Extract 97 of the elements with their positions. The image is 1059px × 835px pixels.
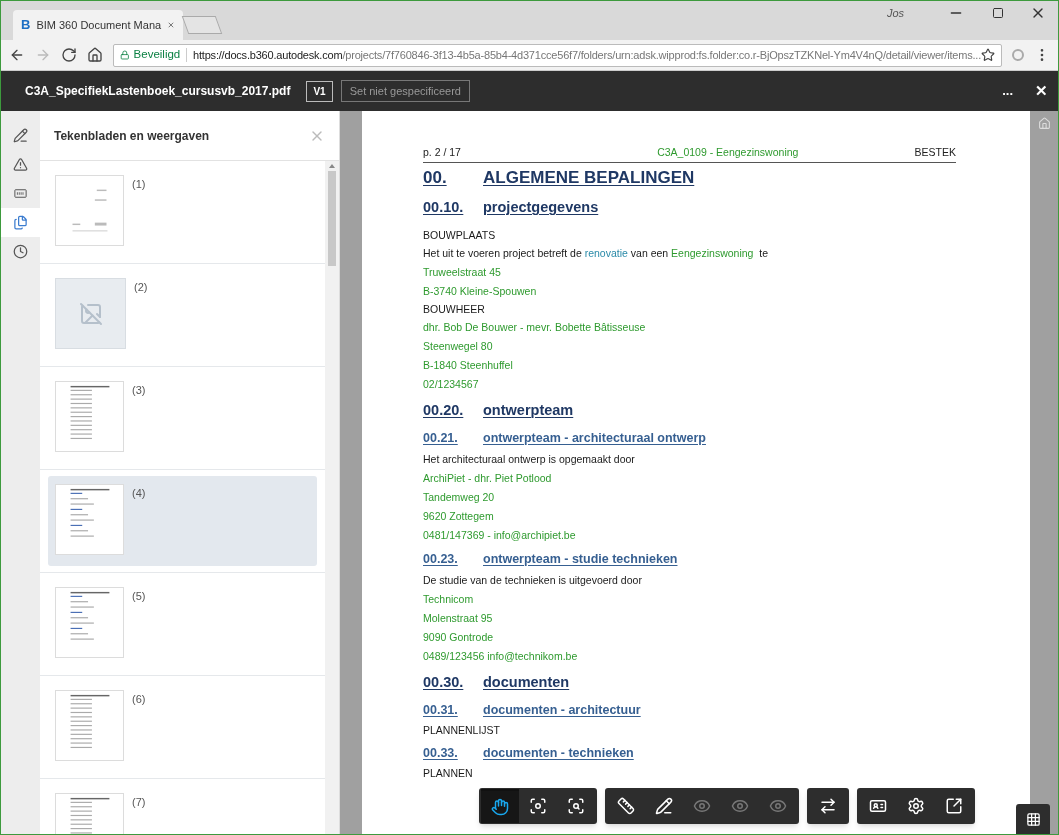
security-label: Beveiligd	[133, 47, 181, 63]
heading-number: 00.	[423, 167, 448, 190]
sheet-label: (3)	[132, 383, 146, 398]
more-button[interactable]: ...	[1002, 81, 1013, 101]
eye-icon	[693, 797, 711, 815]
bookmark-star-icon[interactable]	[981, 48, 995, 62]
sheet-label: (4)	[132, 486, 146, 501]
scroll-thumb[interactable]	[328, 171, 336, 266]
back-icon[interactable]	[9, 47, 25, 63]
sheet-label: (6)	[132, 692, 146, 707]
tab-title: BIM 360 Document Mana	[36, 17, 162, 33]
field-value: Tandemweg 20	[423, 489, 495, 505]
scroll-up-arrow-icon[interactable]	[329, 164, 335, 168]
ruler-icon	[617, 797, 635, 815]
heading-title: documenten - architectuur	[483, 702, 641, 719]
focus-icon	[529, 797, 547, 815]
grid-button[interactable]	[1016, 804, 1050, 834]
heading-title: ontwerpteam - architecturaal ontwerp	[483, 430, 706, 447]
field-value: ArchiPiet - dhr. Piet Potlood	[423, 470, 552, 486]
section-label: PLANNEN	[423, 765, 473, 781]
heading-title: ontwerpteam	[483, 401, 574, 420]
fullscreen-icon	[945, 797, 963, 815]
heading-title: documenten - technieken	[483, 745, 634, 762]
page-thumbnail	[55, 381, 124, 452]
user-name[interactable]: Jos	[886, 4, 904, 22]
heading-number: 00.20.	[423, 401, 465, 420]
body-text: Het uit te voeren project betreft de renovatie van een Eengezinswoning te	[423, 245, 768, 261]
toolbar-button[interactable]	[481, 789, 519, 823]
file-name: C3A_SpecifiekLastenboek_cursusvb_2017.pdf	[25, 83, 291, 100]
field-value: 9620 Zottegem	[423, 508, 494, 524]
browser-tab[interactable]: B BIM 360 Document Mana	[13, 10, 183, 40]
properties-icon	[869, 797, 887, 815]
field-value: 0481/147369 - info@archipiet.be	[423, 527, 576, 543]
sheet-label: (2)	[134, 280, 148, 295]
field-value: dhr. Bob De Bouwer - mevr. Bobette Bâtisseuse	[423, 319, 646, 335]
lock-icon	[120, 49, 130, 61]
grid-icon	[1025, 811, 1041, 827]
heading-number: 00.30.	[423, 673, 465, 692]
address-field[interactable]: Beveiligd https://docs.b360.autodesk.com/projects/7f760846-3f13-4b5a-85b4-4d371cce56f7/folders/urn:adsk.wipprod:fs.folder:co.r-BjOpszTZKNel-Ym4V4nQ/detail/viewer/items...	[113, 43, 1002, 67]
close-viewer-button[interactable]: ✕	[1035, 79, 1048, 103]
page-number: p. 2 / 17	[423, 145, 461, 160]
heading-number: 00.33.	[423, 745, 459, 762]
version-badge[interactable]: V1	[306, 80, 333, 102]
field-value: Technicom	[423, 591, 474, 607]
heading-title: documenten	[483, 673, 570, 692]
section-label: BOUWPLAATS	[423, 227, 496, 243]
hand-icon	[491, 798, 509, 816]
reload-icon[interactable]	[61, 47, 77, 63]
field-value: Steenwegel 80	[423, 338, 493, 354]
set-selector[interactable]: Set niet gespecificeerd	[340, 79, 470, 103]
favicon: B	[21, 16, 31, 35]
field-value: Molenstraat 95	[423, 610, 493, 626]
sheet-label: (7)	[132, 795, 146, 810]
body-text: Het architecturaal ontwerp is opgemaakt door	[423, 451, 635, 467]
maximize-icon[interactable]	[992, 7, 1004, 19]
heading-number: 00.31.	[423, 702, 459, 719]
sheet-label: (5)	[132, 589, 146, 604]
document-type: BESTEK	[914, 145, 956, 160]
settings-icon	[907, 797, 925, 815]
sheets-icon	[13, 215, 28, 230]
field-value: B-1840 Steenhuffel	[423, 357, 513, 373]
section-label: BOUWHEER	[423, 301, 485, 317]
rfi-icon	[13, 186, 28, 201]
field-value: 9090 Gontrode	[423, 629, 494, 645]
heading-number: 00.21.	[423, 430, 459, 447]
field-value: 0489/123456 info@technikom.be	[423, 648, 578, 664]
heading-number: 00.10.	[423, 198, 465, 217]
home-icon[interactable]	[87, 47, 103, 63]
sheet-item[interactable]: (4)	[48, 476, 317, 566]
field-value: Truweelstraat 45	[423, 264, 501, 280]
sheet-label: (1)	[132, 177, 146, 192]
side-tab[interactable]	[1, 208, 40, 237]
image-error-icon	[78, 301, 103, 326]
page-thumbnail	[55, 175, 124, 246]
markup-pencil-icon	[655, 797, 673, 815]
section-label: PLANNENLIJST	[423, 722, 501, 738]
heading-title: projectgegevens	[483, 198, 599, 217]
eye-icon	[769, 797, 787, 815]
zoom-window-icon	[567, 797, 585, 815]
markup-pencil-icon	[13, 128, 28, 143]
url-text: https://docs.b360.autodesk.com/projects/7f760846-3f13-4b5a-85b4-4d371cce56f7/folders/urn:adsk.wipprod:fs.folder:co.r-BjOpszTZKNel-Ym4V4nQ/detail/viewer/items...	[193, 47, 981, 63]
heading-title: ontwerpteam - studie technieken	[483, 551, 678, 568]
page-thumbnail	[55, 587, 124, 658]
page-thumbnail	[55, 484, 124, 555]
clock-icon	[13, 244, 28, 259]
page-thumbnail	[55, 690, 124, 761]
body-text: De studie van de technieken is uitgevoerd door	[423, 572, 642, 588]
compare-arrows-icon	[819, 797, 837, 815]
panel-title: Tekenbladen en weergaven	[54, 127, 210, 145]
heading-number: 00.23.	[423, 551, 459, 568]
eye-icon	[731, 797, 749, 815]
scrollbar[interactable]	[325, 161, 339, 834]
heading-title: ALGEMENE BEPALINGEN	[483, 167, 695, 190]
project-name: C3A_0109 - Eengezinswoning	[657, 145, 799, 160]
warning-icon	[13, 157, 28, 172]
field-value: B-3740 Kleine-Spouwen	[423, 283, 537, 299]
field-value: 02/1234567	[423, 376, 479, 392]
